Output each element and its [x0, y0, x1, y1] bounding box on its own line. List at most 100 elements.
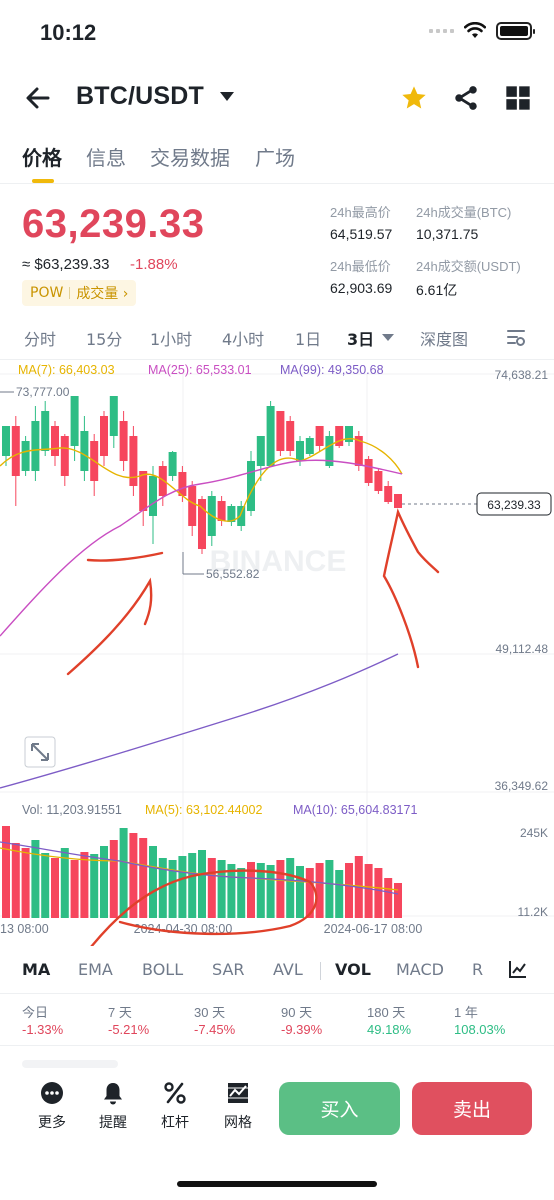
axis-mid-label: 49,112.48 [496, 642, 549, 656]
high-value: 64,519.57 [330, 226, 393, 242]
vol-usdt-label: 24h成交额(USDT) [416, 259, 521, 274]
ind-r[interactable]: R [472, 960, 483, 979]
annotation-stroke-1 [86, 551, 164, 562]
interval-dropdown-icon[interactable] [382, 334, 394, 341]
grid-bot-icon [228, 1083, 248, 1103]
vol-axis-top: 245K [520, 826, 548, 840]
candlestick-chart[interactable]: BINANCE MA(7): 66,403.03 MA(25): 65,533.… [0, 356, 554, 946]
last-price: 63,239.33 [22, 202, 205, 246]
alert-button[interactable]: 提醒 [88, 1080, 138, 1132]
perf-label: 30 天 [194, 1005, 226, 1020]
back-arrow-icon[interactable] [24, 84, 52, 112]
candle-body [188, 486, 197, 526]
active-tab-indicator [32, 179, 54, 183]
ind-vol[interactable]: VOL [335, 960, 371, 979]
chart-canvas[interactable]: BINANCE MA(7): 66,403.03 MA(25): 65,533.… [0, 356, 554, 946]
volume-bar [364, 864, 373, 918]
candle-body [21, 441, 30, 471]
volume-bar [80, 852, 89, 918]
pair-dropdown-icon[interactable] [220, 92, 234, 101]
interval-1h[interactable]: 1小时 [150, 326, 192, 350]
ind-macd[interactable]: MACD [396, 960, 444, 979]
low-label: 24h最低价 [330, 259, 391, 274]
candle-body [109, 396, 118, 436]
more-label: 更多 [38, 1115, 66, 1131]
status-time: 10:12 [40, 20, 97, 45]
ind-sar[interactable]: SAR [212, 960, 245, 979]
ind-avl[interactable]: AVL [273, 960, 303, 979]
candle-body [286, 421, 295, 451]
vol-ma10-label: MA(10): 65,604.83171 [293, 803, 417, 817]
date-label-1: 13 08:00 [0, 922, 49, 936]
candle-body [266, 406, 275, 466]
low-marker: 56,552.82 [206, 567, 260, 581]
expand-chart-icon[interactable] [24, 736, 56, 768]
volume-bar [335, 870, 344, 918]
pair-header: BTC/USDT [0, 70, 554, 128]
high-marker: 73,777.00 [16, 385, 70, 399]
candle-body [158, 466, 167, 496]
candle-body [305, 438, 314, 454]
grid-layout-icon[interactable] [504, 84, 532, 112]
grid-label: 网格 [224, 1115, 252, 1131]
candle-body [168, 452, 177, 476]
candle-body [178, 472, 187, 496]
ma99-label: MA(99): 49,350.68 [280, 363, 384, 377]
buy-button[interactable]: 买入 [279, 1082, 400, 1135]
volume-bar [286, 858, 295, 918]
candle-body [237, 506, 246, 526]
volume-bar [394, 883, 402, 918]
interval-time[interactable]: 分时 [24, 326, 56, 350]
grid-button[interactable]: 网格 [213, 1080, 263, 1132]
share-icon[interactable] [452, 84, 480, 112]
chart-settings-icon[interactable] [505, 326, 527, 348]
indicator-settings-icon[interactable] [507, 958, 529, 980]
candle-body [80, 431, 89, 471]
sell-button[interactable]: 卖出 [412, 1082, 532, 1135]
ind-ema[interactable]: EMA [78, 960, 113, 979]
perf-label: 7 天 [108, 1005, 132, 1020]
tab-price[interactable]: 价格 [22, 142, 62, 171]
interval-4h[interactable]: 4小时 [222, 326, 264, 350]
pow-volume-badge[interactable]: POW 成交量 › [22, 280, 137, 306]
perf-value: 49.18% [367, 1022, 412, 1037]
candle-body [41, 411, 50, 451]
bottom-action-bar: 更多 提醒 杠杆 网格 买入 卖出 [0, 1066, 554, 1156]
interval-15m[interactable]: 15分 [86, 326, 122, 350]
leverage-button[interactable]: 杠杆 [150, 1080, 200, 1132]
perf-value: -5.21% [108, 1022, 150, 1037]
candle-body [364, 459, 373, 483]
ind-boll[interactable]: BOLL [142, 960, 183, 979]
candle-body [31, 421, 40, 471]
more-button[interactable]: 更多 [27, 1080, 77, 1132]
candle-body [217, 501, 226, 521]
pair-title[interactable]: BTC/USDT [76, 82, 204, 111]
volume-bar [41, 853, 50, 918]
candles [2, 396, 402, 554]
home-indicator [177, 1181, 377, 1187]
favorite-star-icon[interactable] [400, 84, 428, 112]
volume-bar [315, 863, 324, 918]
tab-square[interactable]: 广场 [255, 142, 295, 171]
status-bar: 10:12 [0, 0, 554, 70]
perf-label: 今日 [22, 1005, 49, 1020]
perf-label: 90 天 [281, 1005, 313, 1020]
volume-bar [70, 860, 79, 918]
tab-info[interactable]: 信息 [86, 142, 126, 171]
candle-body [296, 441, 304, 461]
interval-1d[interactable]: 1日 [295, 326, 321, 350]
volume-tag: 成交量 › [76, 286, 129, 302]
interval-depth[interactable]: 深度图 [420, 326, 468, 350]
interval-3d[interactable]: 3日 [347, 326, 374, 350]
volume-bars [2, 826, 402, 918]
volume-bar [11, 843, 20, 918]
low-value: 62,903.69 [330, 280, 393, 296]
candle-body [374, 471, 383, 491]
tab-trading-data[interactable]: 交易数据 [150, 142, 230, 171]
volume-bar [217, 860, 226, 918]
ind-ma[interactable]: MA [22, 960, 50, 979]
pow-tag: POW [30, 285, 64, 301]
price-summary: 63,239.33 ≈ $63,239.33 -1.88% POW 成交量 › … [0, 184, 554, 314]
volume-bar [21, 848, 30, 918]
candle-body [2, 426, 10, 456]
